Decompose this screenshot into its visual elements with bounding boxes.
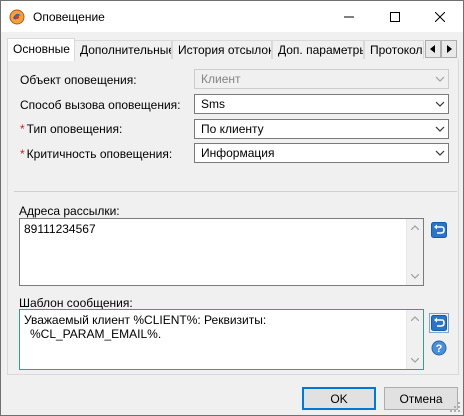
required-marker: *: [20, 122, 25, 136]
undo-icon[interactable]: [429, 313, 449, 333]
cancel-button[interactable]: Отмена: [384, 387, 458, 410]
chevron-up-icon: [411, 316, 419, 321]
resize-grip-icon[interactable]: [450, 402, 460, 412]
object-combo: Клиент: [194, 69, 449, 89]
undo-icon[interactable]: [431, 222, 447, 238]
tab-scroll-right-button[interactable]: [441, 40, 457, 58]
tab-scroll-left-button[interactable]: [425, 40, 441, 58]
template-label: Шаблон сообщения:: [19, 296, 133, 310]
chevron-up-icon: [411, 225, 419, 230]
template-scrollbar[interactable]: [406, 310, 423, 369]
maximize-icon: [390, 11, 400, 22]
window-title: Оповещение: [33, 10, 105, 24]
type-combo[interactable]: По клиенту: [194, 119, 449, 139]
svg-text:?: ?: [436, 343, 443, 355]
chevron-down-icon: [435, 101, 445, 107]
method-value: Sms: [201, 97, 225, 111]
minimize-icon: [344, 16, 354, 17]
method-combo[interactable]: Sms: [194, 94, 449, 114]
minimize-button[interactable]: [326, 1, 372, 32]
app-logo-icon: [9, 9, 25, 25]
tab-protocol[interactable]: Протокол: [364, 40, 424, 60]
addresses-textarea[interactable]: 89111234567: [19, 218, 424, 286]
close-icon: [435, 11, 445, 22]
separator: [14, 191, 457, 192]
maximize-button[interactable]: [372, 1, 418, 32]
triangle-right-icon: [447, 45, 452, 53]
template-line: %CL_PARAM_EMAIL%.: [30, 327, 162, 341]
chevron-down-icon: [435, 150, 445, 156]
chevron-down-icon: [435, 126, 445, 132]
object-value: Клиент: [201, 72, 241, 86]
chevron-down-icon: [435, 76, 445, 82]
required-marker: *: [20, 147, 25, 161]
help-icon[interactable]: ?: [431, 340, 447, 356]
scroll-up-button[interactable]: [407, 310, 423, 327]
tab-additional[interactable]: Дополнительные: [74, 40, 172, 60]
addresses-scrollbar[interactable]: [406, 219, 423, 285]
chevron-down-icon: [411, 358, 419, 363]
title-bar[interactable]: Оповещение: [1, 1, 463, 32]
addresses-value: 89111234567: [24, 222, 96, 236]
tab-extra-params[interactable]: Доп. параметры: [272, 40, 364, 60]
tab-strip: Основные Дополнительные История отсылок …: [1, 38, 463, 61]
tab-send-history[interactable]: История отсылок: [172, 40, 272, 60]
criticality-combo[interactable]: Информация: [194, 143, 449, 163]
scroll-down-button[interactable]: [407, 352, 423, 369]
object-label: Объект оповещения:: [20, 73, 137, 87]
scroll-down-button[interactable]: [407, 268, 423, 285]
close-button[interactable]: [417, 1, 463, 32]
template-textarea[interactable]: Уважаемый клиент %CLIENT%: Реквизиты: %C…: [19, 309, 424, 370]
criticality-value: Информация: [201, 146, 275, 160]
criticality-label: * Критичность оповещения:: [20, 147, 173, 161]
ok-button[interactable]: OK: [302, 387, 376, 410]
triangle-left-icon: [430, 45, 435, 53]
scroll-up-button[interactable]: [407, 219, 423, 236]
type-label: * Тип оповещения:: [20, 122, 123, 136]
chevron-down-icon: [411, 274, 419, 279]
method-label: Способ вызова оповещения:: [20, 98, 181, 112]
type-value: По клиенту: [201, 122, 264, 136]
notification-dialog: Оповещение Основные Дополнительные Истор…: [0, 0, 464, 416]
addresses-label: Адреса рассылки:: [19, 204, 120, 218]
tab-main[interactable]: Основные: [7, 38, 75, 61]
template-line: Уважаемый клиент %CLIENT%: Реквизиты:: [24, 313, 267, 327]
